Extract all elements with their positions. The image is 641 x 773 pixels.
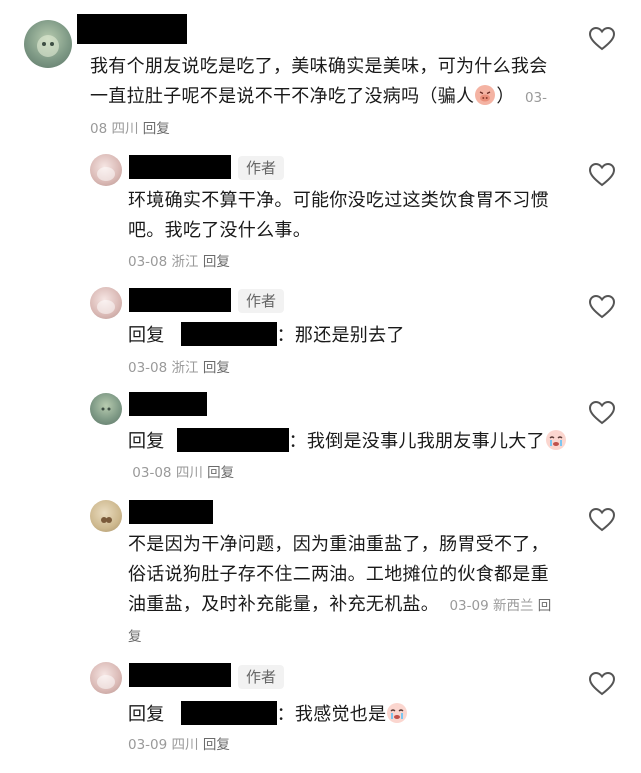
username-redacted[interactable] (129, 392, 207, 416)
author-badge: 作者 (238, 289, 285, 313)
comment-text[interactable]: 回复 ：我倒是没事儿我朋友事儿大了 03-08 四川 回复 (128, 427, 568, 488)
username-redacted[interactable] (129, 500, 213, 524)
author-badge: 作者 (238, 156, 285, 180)
reply-prefix: 回复 (128, 325, 165, 346)
comment-text-body: ：那还是别去了 (276, 325, 405, 346)
heart-outline-icon[interactable] (588, 294, 616, 320)
comment-text[interactable]: 回复 ：我感觉也是 (128, 700, 558, 730)
username-redacted[interactable] (129, 663, 231, 687)
avatar-image (101, 407, 111, 411)
comment-meta: 03-08 浙江 回复 (128, 250, 230, 270)
mention-redacted[interactable] (180, 701, 277, 725)
comment-meta: 03-08 四川 回复 (128, 465, 234, 481)
crying-face-emoji (545, 429, 567, 451)
username-redacted[interactable] (129, 155, 231, 179)
avatar[interactable] (90, 287, 122, 319)
author-badge: 作者 (238, 665, 285, 689)
comment-date: 03-09 (128, 737, 168, 753)
heart-outline-icon[interactable] (588, 162, 616, 188)
reply-button[interactable]: 回复 (203, 737, 230, 753)
comment-meta: 03-09 四川 回复 (128, 733, 230, 753)
comment-location: 四川 (111, 121, 139, 137)
comment-text-body: 环境确实不算干净。可能你没吃过这类饮食胃不习惯吧。我吃了没什么事。 (128, 190, 549, 241)
comment-location: 四川 (175, 465, 203, 481)
comment-text[interactable]: 不是因为干净问题，因为重油重盐了，肠胃受不了，俗话说狗肚子存不住二两油。工地摊位… (128, 530, 558, 652)
mention-redacted[interactable] (180, 322, 277, 346)
comment-text-tail: ） (496, 86, 515, 107)
comment-location: 浙江 (171, 360, 199, 376)
reply-prefix: 回复 (128, 431, 165, 452)
pig-face-emoji (474, 84, 496, 106)
avatar[interactable] (90, 500, 122, 532)
avatar[interactable] (90, 154, 122, 186)
comment-location: 四川 (171, 737, 199, 753)
comment-text-body: ：我感觉也是 (276, 704, 387, 725)
reply-button[interactable]: 回复 (203, 254, 230, 270)
comment-text[interactable]: 回复 ：那还是别去了 (128, 321, 558, 351)
avatar[interactable] (90, 662, 122, 694)
avatar[interactable] (90, 393, 122, 425)
comment-meta: 03-08 浙江 回复 (128, 356, 230, 376)
comment-location: 新西兰 (492, 598, 534, 614)
comment-date: 03-08 (128, 360, 168, 376)
reply-button[interactable]: 回复 (207, 465, 234, 481)
comment-text[interactable]: 环境确实不算干净。可能你没吃过这类饮食胃不习惯吧。我吃了没什么事。 (128, 186, 558, 246)
mention-redacted[interactable] (176, 428, 289, 452)
avatar-image (37, 35, 59, 57)
comment-date: 03-08 (128, 254, 168, 270)
reply-prefix: 回复 (128, 704, 165, 725)
comment-text[interactable]: 我有个朋友说吃是吃了，美味确实是美味，可为什么我会一直拉肚子呢不是说不干不净吃了… (90, 52, 560, 144)
username-redacted[interactable] (77, 14, 187, 44)
comment-location: 浙江 (171, 254, 199, 270)
avatar-image (101, 517, 112, 523)
comment-date: 03-09 (449, 598, 489, 614)
heart-outline-icon[interactable] (588, 507, 616, 533)
reply-button[interactable]: 回复 (143, 121, 170, 137)
reply-button[interactable]: 回复 (203, 360, 230, 376)
comment-text-body: ：我倒是没事儿我朋友事儿大了 (288, 431, 545, 452)
heart-outline-icon[interactable] (588, 400, 616, 426)
avatar-image (97, 167, 115, 181)
avatar-image (97, 300, 115, 314)
username-redacted[interactable] (129, 288, 231, 312)
avatar-image (97, 675, 115, 689)
crying-face-emoji (386, 702, 408, 724)
comment-thread: 我有个朋友说吃是吃了，美味确实是美味，可为什么我会一直拉肚子呢不是说不干不净吃了… (0, 0, 641, 773)
heart-outline-icon[interactable] (588, 671, 616, 697)
heart-outline-icon[interactable] (588, 26, 616, 52)
comment-date: 03-08 (132, 465, 172, 481)
avatar[interactable] (24, 20, 72, 68)
